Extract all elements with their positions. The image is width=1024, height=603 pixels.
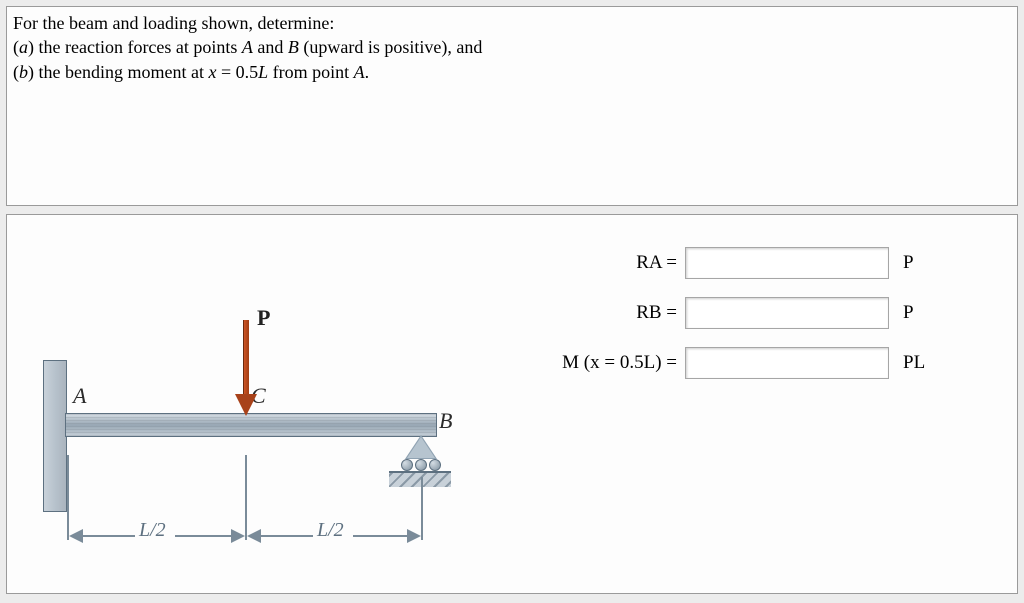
point-A: A	[242, 37, 253, 57]
arrow-shaft	[243, 320, 249, 398]
var-L: L	[258, 62, 268, 82]
fixed-wall-support	[43, 360, 67, 512]
answer-label-RA: RA =	[537, 252, 685, 274]
dim-label-left: L/2	[135, 519, 170, 542]
text: from point	[268, 62, 354, 82]
dim-tick	[245, 455, 247, 540]
answer-row-RB: RB = P	[537, 295, 1007, 331]
text: .	[365, 62, 370, 82]
text: ) the reaction forces at points	[28, 37, 242, 57]
text: (upward is positive), and	[299, 37, 482, 57]
roller-icon	[415, 459, 427, 471]
text: ) the bending moment at	[28, 62, 208, 82]
dim-line	[353, 535, 409, 537]
dim-tick	[421, 477, 423, 540]
dim-label-right: L/2	[313, 519, 348, 542]
answer-label-RB: RB =	[537, 302, 685, 324]
support-triangle-inner-icon	[407, 437, 435, 458]
M-input[interactable]	[685, 347, 889, 379]
problem-line1: For the beam and loading shown, determin…	[13, 11, 1011, 35]
part-a-label: a	[19, 37, 28, 57]
text: and	[253, 37, 288, 57]
text: = 0.5	[216, 62, 258, 82]
problem-line3: (b) the bending moment at x = 0.5L from …	[13, 60, 1011, 84]
label-B: B	[439, 408, 452, 434]
RA-input[interactable]	[685, 247, 889, 279]
answer-label-M: M (x = 0.5L) =	[537, 352, 685, 374]
point-B: B	[288, 37, 299, 57]
ground-hatch	[389, 471, 451, 487]
dim-arrow-right-icon	[231, 529, 245, 543]
answer-form: RA = P RB = P M (x = 0.5L) = PL	[537, 245, 1007, 395]
dim-line	[259, 535, 321, 537]
problem-line2: (a) the reaction forces at points A and …	[13, 35, 1011, 59]
RB-input[interactable]	[685, 297, 889, 329]
part-b-label: b	[19, 62, 28, 82]
roller-icon	[401, 459, 413, 471]
force-arrow-icon	[239, 320, 253, 415]
answer-unit-RB: P	[903, 302, 914, 324]
answer-unit-RA: P	[903, 252, 914, 274]
page-root: For the beam and loading shown, determin…	[0, 0, 1024, 603]
answer-row-RA: RA = P	[537, 245, 1007, 281]
roller-icon	[429, 459, 441, 471]
point-A: A	[354, 62, 365, 82]
beam-hatching	[66, 414, 436, 436]
dim-tick	[67, 455, 69, 540]
roller-icons	[401, 459, 441, 471]
dim-line	[175, 535, 235, 537]
arrow-head-icon	[235, 394, 257, 416]
answer-panel: A C B P	[6, 214, 1018, 594]
label-A: A	[73, 383, 86, 409]
dim-arrow-right-icon	[407, 529, 421, 543]
answer-unit-M: PL	[903, 352, 925, 374]
beam-diagram: A C B P	[17, 265, 497, 585]
answer-row-M: M (x = 0.5L) = PL	[537, 345, 1007, 381]
label-P: P	[257, 305, 270, 331]
problem-panel: For the beam and loading shown, determin…	[6, 6, 1018, 206]
beam	[65, 413, 437, 437]
